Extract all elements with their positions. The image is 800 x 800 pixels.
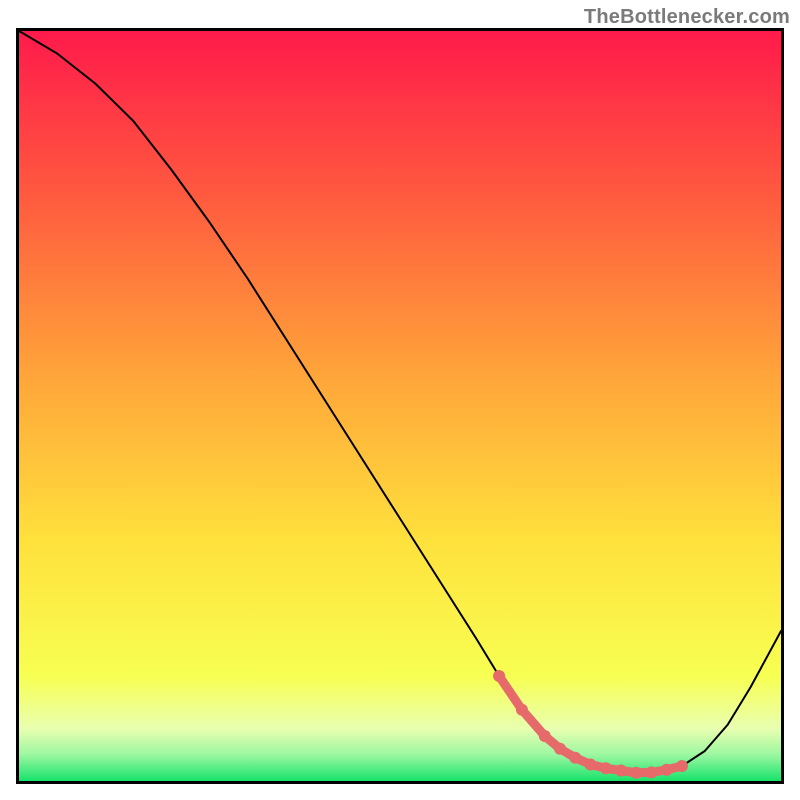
- series-marker-valley-markers: [554, 743, 566, 755]
- series-marker-valley-markers: [569, 752, 581, 764]
- attribution-text: TheBottlenecker.com: [584, 6, 790, 29]
- chart-frame: TheBottlenecker.com: [0, 0, 800, 800]
- series-marker-valley-markers: [630, 767, 642, 779]
- series-marker-valley-markers: [661, 764, 673, 776]
- series-marker-valley-markers: [645, 766, 657, 778]
- series-marker-valley-markers: [516, 704, 528, 716]
- series-marker-valley-markers: [600, 762, 612, 774]
- chart-svg: [19, 31, 781, 781]
- series-marker-valley-markers: [615, 765, 627, 777]
- series-marker-valley-markers: [493, 670, 505, 682]
- series-marker-valley-markers: [539, 730, 551, 742]
- gradient-background: [19, 31, 781, 781]
- series-marker-valley-markers: [585, 759, 597, 771]
- series-marker-valley-markers: [676, 760, 688, 772]
- chart-plot-area: [16, 28, 784, 784]
